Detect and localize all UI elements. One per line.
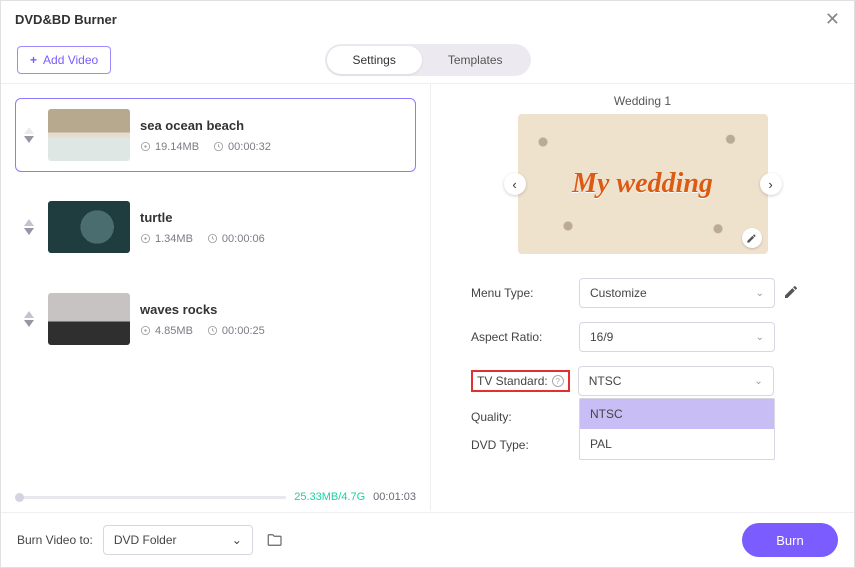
total-time: 00:01:03	[373, 491, 416, 503]
label-burn-to: Burn Video to:	[17, 533, 93, 547]
video-thumbnail	[48, 109, 130, 161]
add-video-label: Add Video	[43, 53, 98, 67]
tab-toggle: Settings Templates	[324, 44, 530, 76]
chevron-down-icon: ⌄	[754, 376, 762, 387]
video-row[interactable]: waves rocks 4.85MB 00:00:25	[15, 282, 416, 356]
video-meta: turtle 1.34MB 00:00:06	[140, 210, 265, 245]
video-duration: 00:00:25	[207, 325, 265, 337]
video-title: sea ocean beach	[140, 118, 271, 133]
pencil-icon	[746, 233, 757, 244]
disc-icon	[140, 325, 151, 336]
row-tv-standard: TV Standard: ? NTSC ⌄ NTSCPAL	[471, 366, 814, 396]
reorder-controls	[24, 219, 38, 235]
chevron-down-icon: ⌄	[756, 332, 764, 343]
clock-icon	[207, 233, 218, 244]
progress-track[interactable]	[15, 496, 286, 499]
video-meta: sea ocean beach 19.14MB 00:00:32	[140, 118, 271, 153]
chevron-down-icon: ⌄	[232, 533, 242, 547]
disc-icon	[140, 141, 151, 152]
video-meta: waves rocks 4.85MB 00:00:25	[140, 302, 265, 337]
label-menu-type: Menu Type:	[471, 286, 571, 300]
move-down-button[interactable]	[24, 136, 34, 143]
burn-button[interactable]: Burn	[742, 523, 838, 557]
move-up-button[interactable]	[24, 219, 34, 226]
reorder-controls	[24, 127, 38, 143]
reorder-controls	[24, 311, 38, 327]
preview-prev-button[interactable]: ‹	[504, 173, 526, 195]
edit-preview-button[interactable]	[742, 228, 762, 248]
video-size: 19.14MB	[140, 141, 199, 153]
video-subline: 4.85MB 00:00:25	[140, 325, 265, 337]
window-title: DVD&BD Burner	[15, 12, 117, 27]
move-down-button[interactable]	[24, 228, 34, 235]
browse-folder-button[interactable]	[263, 528, 287, 552]
progress-handle[interactable]	[15, 493, 24, 502]
settings-panel: Wedding 1 My wedding ‹ › Menu Type: Cust…	[431, 84, 854, 511]
total-size: 25.33MB/4.7G	[294, 491, 365, 503]
folder-icon	[266, 531, 284, 549]
burner-window: DVD&BD Burner ✕ + Add Video Settings Tem…	[0, 0, 855, 568]
dropdown-option[interactable]: NTSC	[580, 399, 774, 429]
video-title: waves rocks	[140, 302, 265, 317]
select-tv-standard[interactable]: NTSC ⌄	[578, 366, 774, 396]
label-tv-standard: TV Standard: ?	[471, 370, 570, 392]
preview-next-button[interactable]: ›	[760, 173, 782, 195]
video-thumbnail	[48, 201, 130, 253]
video-row[interactable]: sea ocean beach 19.14MB 00:00:32	[15, 98, 416, 172]
label-quality: Quality:	[471, 410, 571, 424]
help-icon[interactable]: ?	[552, 375, 564, 387]
move-up-button[interactable]	[24, 311, 34, 318]
video-list-panel: sea ocean beach 19.14MB 00:00:32 turtle	[1, 84, 431, 511]
main-area: sea ocean beach 19.14MB 00:00:32 turtle	[1, 84, 854, 511]
bottom-bar: Burn Video to: DVD Folder ⌄ Burn	[1, 512, 854, 567]
label-aspect-ratio: Aspect Ratio:	[471, 330, 571, 344]
video-list: sea ocean beach 19.14MB 00:00:32 turtle	[15, 98, 416, 485]
select-aspect-ratio[interactable]: 16/9 ⌄	[579, 322, 775, 352]
select-menu-type[interactable]: Customize ⌄	[579, 278, 775, 308]
clock-icon	[213, 141, 224, 152]
pencil-icon	[783, 284, 799, 300]
video-duration: 00:00:32	[213, 141, 271, 153]
row-aspect-ratio: Aspect Ratio: 16/9 ⌄	[471, 322, 814, 352]
video-subline: 1.34MB 00:00:06	[140, 233, 265, 245]
disc-icon	[140, 233, 151, 244]
edit-menu-type-button[interactable]	[783, 284, 801, 302]
plus-icon: +	[30, 53, 37, 67]
tab-templates[interactable]: Templates	[422, 46, 529, 74]
settings-form: Menu Type: Customize ⌄ Aspect Ratio: 16/…	[471, 278, 814, 452]
dropdown-tv-standard: NTSCPAL	[579, 398, 775, 460]
chevron-down-icon: ⌄	[756, 288, 764, 299]
video-duration: 00:00:06	[207, 233, 265, 245]
tab-settings[interactable]: Settings	[326, 46, 421, 74]
preview-title: Wedding 1	[471, 94, 814, 108]
video-size: 4.85MB	[140, 325, 193, 337]
clock-icon	[207, 325, 218, 336]
left-footer: 25.33MB/4.7G 00:01:03	[15, 485, 416, 503]
video-thumbnail	[48, 293, 130, 345]
video-row[interactable]: turtle 1.34MB 00:00:06	[15, 190, 416, 264]
select-burn-to[interactable]: DVD Folder ⌄	[103, 525, 253, 555]
menu-preview: My wedding	[518, 114, 768, 254]
row-menu-type: Menu Type: Customize ⌄	[471, 278, 814, 308]
video-size: 1.34MB	[140, 233, 193, 245]
move-down-button[interactable]	[24, 320, 34, 327]
move-up-button	[24, 127, 34, 134]
close-icon[interactable]: ✕	[825, 9, 840, 30]
toolbar: + Add Video Settings Templates	[1, 37, 854, 83]
titlebar: DVD&BD Burner ✕	[1, 1, 854, 37]
label-dvd-type: DVD Type:	[471, 438, 571, 452]
video-title: turtle	[140, 210, 265, 225]
video-subline: 19.14MB 00:00:32	[140, 141, 271, 153]
add-video-button[interactable]: + Add Video	[17, 46, 111, 74]
dropdown-option[interactable]: PAL	[580, 429, 774, 459]
preview-overlay-text: My wedding	[572, 168, 713, 200]
